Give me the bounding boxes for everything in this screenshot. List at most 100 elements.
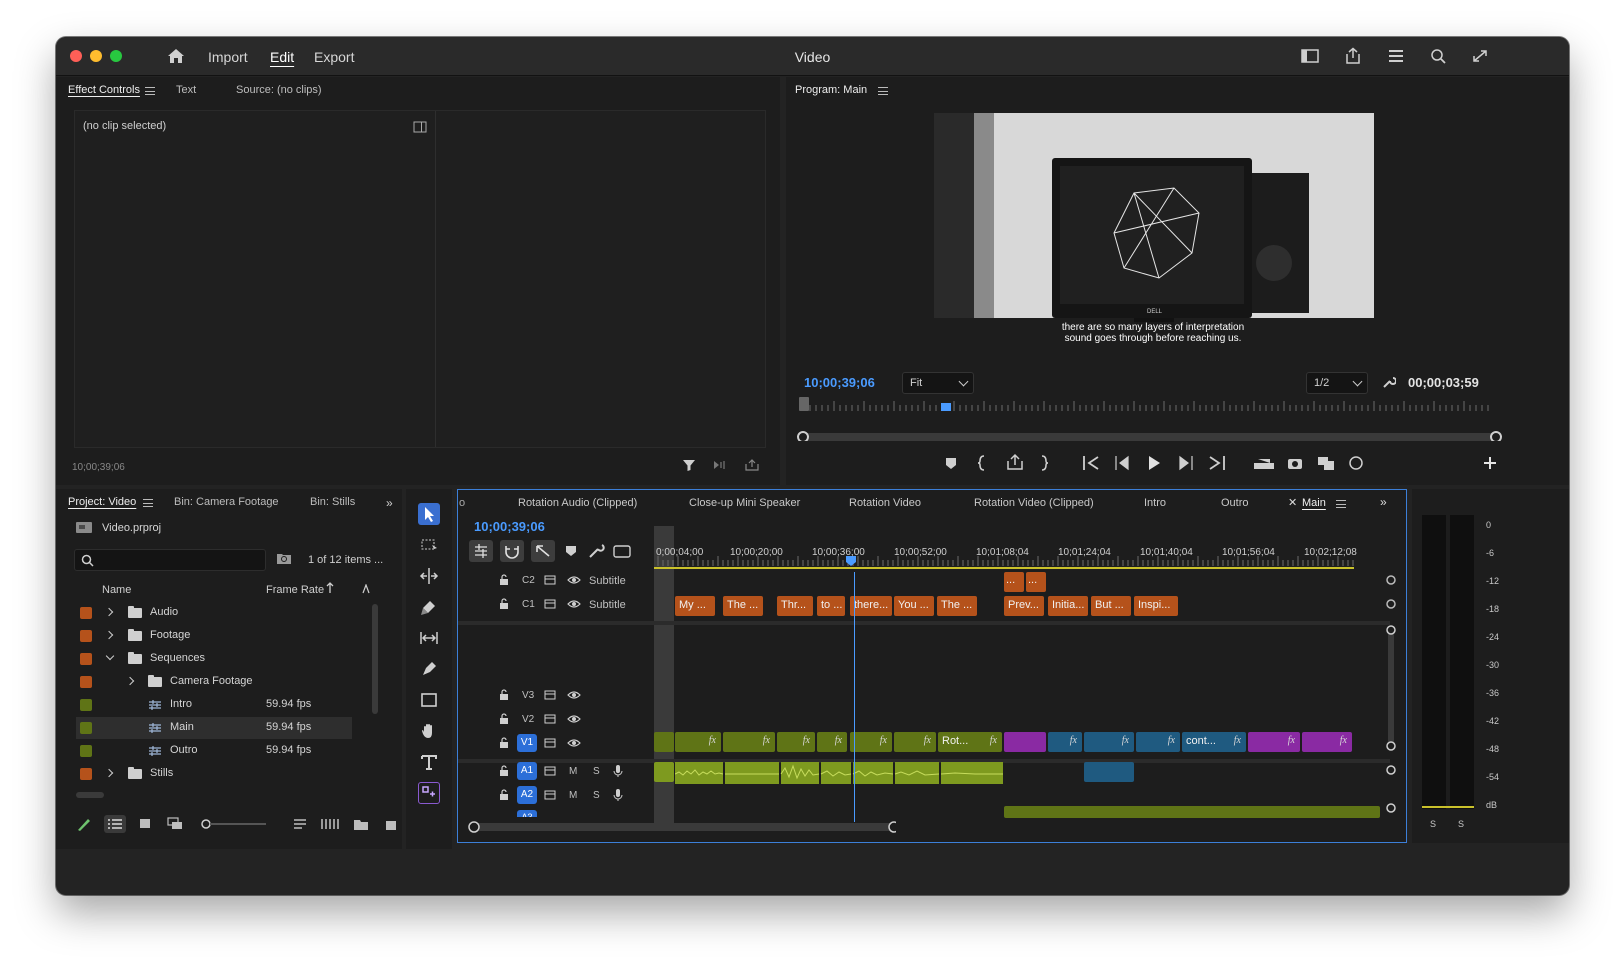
seq-tab-closeup[interactable]: Close-up Mini Speaker — [689, 497, 800, 509]
tab-bin-stills[interactable]: Bin: Stills — [310, 496, 355, 508]
caption-clip[interactable]: The ... — [723, 596, 763, 616]
column-name[interactable]: Name — [102, 584, 131, 596]
fullscreen-icon[interactable] — [1470, 47, 1490, 65]
tab-source[interactable]: Source: (no clips) — [236, 84, 322, 96]
list-item[interactable]: Footage — [76, 625, 352, 647]
seq-tab-main[interactable]: Main — [1302, 497, 1326, 509]
caption-clip[interactable]: to ... — [817, 596, 845, 616]
sync-lock-icon[interactable] — [544, 765, 556, 777]
chevron-right-icon[interactable] — [104, 607, 114, 617]
label-color-swatch[interactable] — [80, 630, 92, 642]
lock-icon[interactable] — [498, 737, 510, 749]
track-id-c1[interactable]: C1 — [522, 599, 535, 610]
resolution-dropdown[interactable]: 1/2 — [1306, 372, 1368, 394]
video-clip[interactable]: fx — [1302, 732, 1352, 752]
caption-clip[interactable]: ... — [1026, 572, 1046, 592]
label-color-swatch[interactable] — [80, 653, 92, 665]
type-tool-icon[interactable] — [418, 751, 440, 773]
solo-button[interactable]: S — [593, 790, 600, 801]
label-color-swatch[interactable] — [80, 768, 92, 780]
caption-clip[interactable]: Thr... — [777, 596, 813, 616]
lock-icon[interactable] — [498, 574, 510, 586]
sync-lock-icon[interactable] — [544, 789, 556, 801]
solo-left-button[interactable]: S — [1430, 819, 1436, 829]
ripple-edit-tool-icon[interactable] — [418, 565, 440, 587]
effect-controls-menu-icon[interactable] — [145, 87, 155, 95]
sync-lock-icon[interactable] — [544, 689, 556, 701]
video-clip[interactable] — [1004, 732, 1046, 752]
sync-lock-icon[interactable] — [544, 598, 556, 610]
audio-clip[interactable] — [654, 762, 674, 782]
sync-lock-icon[interactable] — [544, 574, 556, 586]
caption-clip[interactable]: Initia... — [1048, 596, 1088, 616]
tab-effect-controls[interactable]: Effect Controls — [68, 84, 140, 96]
video-clip[interactable]: fx — [817, 732, 847, 752]
label-color-swatch[interactable] — [80, 722, 92, 734]
track-id-v2[interactable]: V2 — [522, 714, 534, 725]
track-id-a1[interactable]: A1 — [517, 762, 537, 780]
toggle-timeline-view-icon[interactable] — [413, 121, 427, 133]
label-color-swatch[interactable] — [80, 607, 92, 619]
selection-tool[interactable] — [418, 503, 440, 525]
caption-clip[interactable]: But ... — [1091, 596, 1131, 616]
chevron-right-icon[interactable] — [125, 676, 135, 686]
program-current-timecode[interactable]: 10;00;39;06 — [804, 375, 875, 390]
list-item[interactable]: Sequences — [76, 648, 352, 670]
solo-right-button[interactable]: S — [1458, 819, 1464, 829]
video-clip[interactable]: fx — [723, 732, 775, 752]
video-clip[interactable]: fx — [894, 732, 936, 752]
label-color-swatch[interactable] — [80, 745, 92, 757]
chevron-right-icon[interactable] — [104, 768, 114, 778]
video-clip[interactable]: fx — [850, 732, 892, 752]
microphone-icon[interactable] — [613, 788, 623, 802]
list-item[interactable]: Camera Footage — [76, 671, 352, 693]
chevron-down-icon[interactable] — [105, 651, 115, 661]
close-tab-icon[interactable]: ✕ — [1288, 496, 1297, 509]
solo-button[interactable]: S — [593, 766, 600, 777]
tab-bin-camera-footage[interactable]: Bin: Camera Footage — [174, 496, 279, 508]
caption-clip[interactable]: The ... — [937, 596, 977, 616]
timeline-horizontal-scrollbar[interactable] — [466, 820, 896, 834]
microphone-icon[interactable] — [613, 764, 623, 778]
razor-tool-icon[interactable] — [418, 596, 440, 618]
seq-tab-rotation-video-clipped[interactable]: Rotation Video (Clipped) — [974, 497, 1094, 509]
label-color-swatch[interactable] — [80, 699, 92, 711]
seq-tab-intro[interactable]: Intro — [1144, 497, 1166, 509]
project-menu-icon[interactable] — [143, 499, 153, 507]
list-item[interactable]: Intro 59.94 fps — [76, 694, 352, 716]
export-frame-icon[interactable] — [744, 459, 760, 471]
play-only-audio-icon[interactable] — [712, 459, 728, 471]
timeline-timecode[interactable]: 10;00;39;06 — [474, 519, 545, 534]
tab-project[interactable]: Project: Video — [68, 496, 136, 508]
video-clip[interactable]: cont... fx — [1182, 732, 1246, 752]
label-color-swatch[interactable] — [80, 676, 92, 688]
video-clip[interactable]: fx — [1048, 732, 1082, 752]
lock-icon[interactable] — [498, 689, 510, 701]
eye-icon[interactable] — [567, 713, 581, 725]
sync-lock-icon[interactable] — [544, 737, 556, 749]
track-id-v1[interactable]: V1 — [517, 734, 537, 752]
share-icon[interactable] — [1343, 47, 1363, 65]
project-vertical-scrollbar[interactable] — [372, 604, 378, 714]
video-clip[interactable]: fx — [1248, 732, 1300, 752]
eye-icon[interactable] — [567, 598, 581, 610]
caption-clip[interactable]: My ... — [675, 596, 715, 616]
filter-icon[interactable] — [682, 458, 696, 472]
track-id-a2[interactable]: A2 — [517, 786, 537, 804]
audio-waveform[interactable] — [675, 762, 1005, 784]
list-item[interactable]: Main 59.94 fps — [76, 717, 352, 739]
caption-clip[interactable]: You ... — [894, 596, 934, 616]
caption-clip[interactable]: there... — [850, 596, 892, 616]
chevron-right-icon[interactable] — [104, 630, 114, 640]
video-clip[interactable]: fx — [1136, 732, 1180, 752]
timeline-vertical-scrollbars[interactable] — [1384, 574, 1398, 814]
video-clip[interactable]: fx — [1084, 732, 1134, 752]
pen-tool-icon[interactable] — [418, 658, 440, 680]
caption-clip[interactable]: ... — [1004, 572, 1024, 592]
video-clip[interactable]: fx — [675, 732, 721, 752]
lock-icon[interactable] — [498, 713, 510, 725]
sort-ascending-icon[interactable] — [326, 582, 334, 594]
seq-tab-rotation-audio[interactable]: Rotation Audio (Clipped) — [518, 497, 637, 509]
more-tabs-icon[interactable]: » — [1380, 495, 1387, 509]
mute-button[interactable]: M — [569, 790, 577, 801]
